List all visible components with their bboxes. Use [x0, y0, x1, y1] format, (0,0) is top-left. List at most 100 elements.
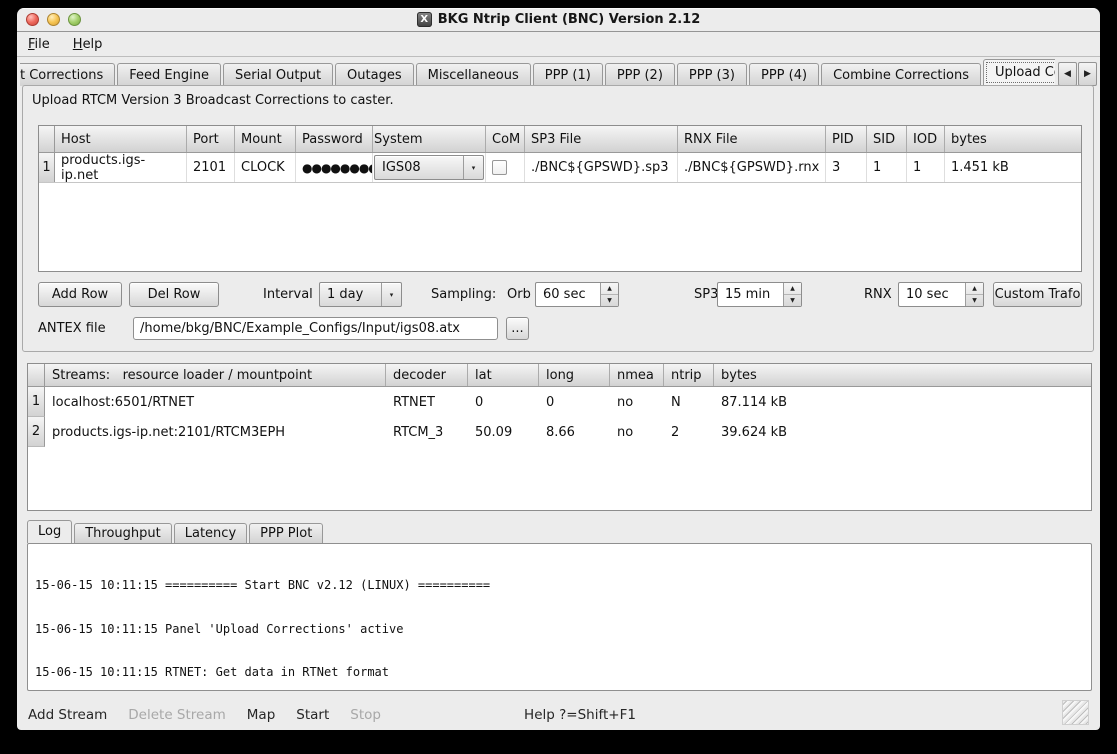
log-line: 15-06-15 10:11:15 Panel 'Upload Correcti…: [35, 622, 1084, 637]
spin-down-icon[interactable]: ▼: [784, 295, 801, 306]
column-header-system[interactable]: System: [373, 126, 486, 152]
spin-down-icon[interactable]: ▼: [601, 295, 618, 306]
mountpoint-cell[interactable]: products.igs-ip.net:2101/RTCM3EPH: [45, 417, 386, 447]
column-header-mountpoint[interactable]: Streams: resource loader / mountpoint: [45, 364, 386, 386]
sid-cell[interactable]: 1: [867, 153, 907, 182]
decoder-cell[interactable]: RTCM_3: [386, 417, 468, 447]
bytes-cell[interactable]: 1.451 kB: [945, 153, 1081, 182]
tab-log[interactable]: Log: [27, 520, 72, 543]
row-number-cell[interactable]: 2: [28, 417, 45, 447]
chevron-down-icon[interactable]: ▾: [463, 156, 483, 179]
bytes-cell[interactable]: 87.114 kB: [714, 387, 1091, 417]
browse-button[interactable]: ...: [506, 317, 529, 340]
row-number-cell[interactable]: 1: [28, 387, 45, 417]
pid-cell[interactable]: 3: [826, 153, 867, 182]
resize-grip[interactable]: [1062, 700, 1089, 725]
sp3-spinbox[interactable]: 15 min ▲▼: [717, 282, 802, 307]
tab-broadcast-corrections[interactable]: t Corrections: [20, 63, 115, 86]
system-combobox[interactable]: IGS08 ▾: [374, 155, 484, 180]
add-row-button[interactable]: Add Row: [38, 282, 122, 307]
menu-help[interactable]: Help: [73, 37, 103, 52]
del-row-button[interactable]: Del Row: [129, 282, 219, 307]
column-header-pid[interactable]: PID: [826, 126, 867, 152]
host-cell[interactable]: products.igs-ip.net: [55, 153, 187, 182]
column-header-iod[interactable]: IOD: [907, 126, 945, 152]
column-header-sp3-file[interactable]: SP3 File: [525, 126, 678, 152]
custom-trafo-button[interactable]: Custom Trafo: [993, 282, 1082, 307]
password-cell[interactable]: ●●●●●●●●: [296, 153, 373, 182]
spin-up-icon[interactable]: ▲: [966, 283, 983, 295]
stream-row[interactable]: 1 localhost:6501/RTNET RTNET 0 0 no N 87…: [28, 387, 1091, 417]
chevron-down-icon[interactable]: ▾: [381, 283, 401, 306]
com-checkbox[interactable]: [492, 160, 507, 175]
minimize-button[interactable]: [47, 13, 60, 26]
tab-latency[interactable]: Latency: [174, 523, 247, 543]
column-header-port[interactable]: Port: [187, 126, 235, 152]
tab-upload-corrections[interactable]: Upload Corrections: [983, 59, 1055, 86]
port-cell[interactable]: 2101: [187, 153, 235, 182]
column-header-host[interactable]: Host: [55, 126, 187, 152]
column-header-bytes[interactable]: bytes: [945, 126, 1081, 152]
column-header-lat[interactable]: lat: [468, 364, 539, 386]
spin-up-icon[interactable]: ▲: [601, 283, 618, 295]
row-number-cell[interactable]: 1: [39, 153, 55, 182]
orb-spinbox[interactable]: 60 sec ▲▼: [535, 282, 619, 307]
help-shortcut-label: Help ?=Shift+F1: [524, 707, 636, 723]
tab-feed-engine[interactable]: Feed Engine: [117, 63, 221, 86]
tab-combine-corrections[interactable]: Combine Corrections: [821, 63, 981, 86]
sp3-file-cell[interactable]: ./BNC${GPSWD}.sp3: [525, 153, 678, 182]
tab-ppp-1[interactable]: PPP (1): [533, 63, 603, 86]
tab-throughput[interactable]: Throughput: [74, 523, 172, 543]
column-header-com[interactable]: CoM: [486, 126, 525, 152]
tab-outages[interactable]: Outages: [335, 63, 414, 86]
rnx-file-cell[interactable]: ./BNC${GPSWD}.rnx: [678, 153, 826, 182]
titlebar[interactable]: X BKG Ntrip Client (BNC) Version 2.12: [17, 8, 1100, 32]
bytes-cell[interactable]: 39.624 kB: [714, 417, 1091, 447]
map-button[interactable]: Map: [247, 707, 276, 723]
column-header-sid[interactable]: SID: [867, 126, 907, 152]
ntrip-cell[interactable]: N: [664, 387, 714, 417]
iod-cell[interactable]: 1: [907, 153, 945, 182]
tab-miscellaneous[interactable]: Miscellaneous: [416, 63, 531, 86]
log-tab-bar: Log Throughput Latency PPP Plot: [27, 521, 325, 543]
log-output[interactable]: 15-06-15 10:11:15 ========== Start BNC v…: [27, 543, 1092, 691]
column-header-decoder[interactable]: decoder: [386, 364, 468, 386]
column-header-mount[interactable]: Mount: [235, 126, 296, 152]
nmea-cell[interactable]: no: [610, 417, 664, 447]
tab-scroll-right-icon[interactable]: ▶: [1078, 62, 1097, 86]
tab-ppp-plot[interactable]: PPP Plot: [249, 523, 323, 543]
tab-ppp-4[interactable]: PPP (4): [749, 63, 819, 86]
start-button[interactable]: Start: [296, 707, 329, 723]
column-header-bytes[interactable]: bytes: [714, 364, 1091, 386]
stream-row[interactable]: 2 products.igs-ip.net:2101/RTCM3EPH RTCM…: [28, 417, 1091, 447]
column-header-ntrip[interactable]: ntrip: [664, 364, 714, 386]
rnx-spinbox[interactable]: 10 sec ▲▼: [898, 282, 984, 307]
long-cell[interactable]: 8.66: [539, 417, 610, 447]
menu-file[interactable]: File: [28, 37, 50, 52]
tab-ppp-3[interactable]: PPP (3): [677, 63, 747, 86]
antex-file-input[interactable]: [133, 317, 498, 340]
column-header-rnx-file[interactable]: RNX File: [678, 126, 826, 152]
tab-ppp-2[interactable]: PPP (2): [605, 63, 675, 86]
mount-cell[interactable]: CLOCK: [235, 153, 296, 182]
ntrip-cell[interactable]: 2: [664, 417, 714, 447]
column-header-long[interactable]: long: [539, 364, 610, 386]
spin-up-icon[interactable]: ▲: [784, 283, 801, 295]
close-button[interactable]: [26, 13, 39, 26]
sampling-label: Sampling:: [431, 282, 496, 307]
column-header-nmea[interactable]: nmea: [610, 364, 664, 386]
spin-down-icon[interactable]: ▼: [966, 295, 983, 306]
long-cell[interactable]: 0: [539, 387, 610, 417]
traffic-lights: [26, 13, 81, 26]
lat-cell[interactable]: 50.09: [468, 417, 539, 447]
interval-combobox[interactable]: 1 day ▾: [319, 282, 402, 307]
mountpoint-cell[interactable]: localhost:6501/RTNET: [45, 387, 386, 417]
zoom-button[interactable]: [68, 13, 81, 26]
decoder-cell[interactable]: RTNET: [386, 387, 468, 417]
tab-scroll-left-icon[interactable]: ◀: [1058, 62, 1077, 86]
lat-cell[interactable]: 0: [468, 387, 539, 417]
tab-serial-output[interactable]: Serial Output: [223, 63, 333, 86]
nmea-cell[interactable]: no: [610, 387, 664, 417]
column-header-password[interactable]: Password: [296, 126, 373, 152]
add-stream-button[interactable]: Add Stream: [28, 707, 107, 723]
